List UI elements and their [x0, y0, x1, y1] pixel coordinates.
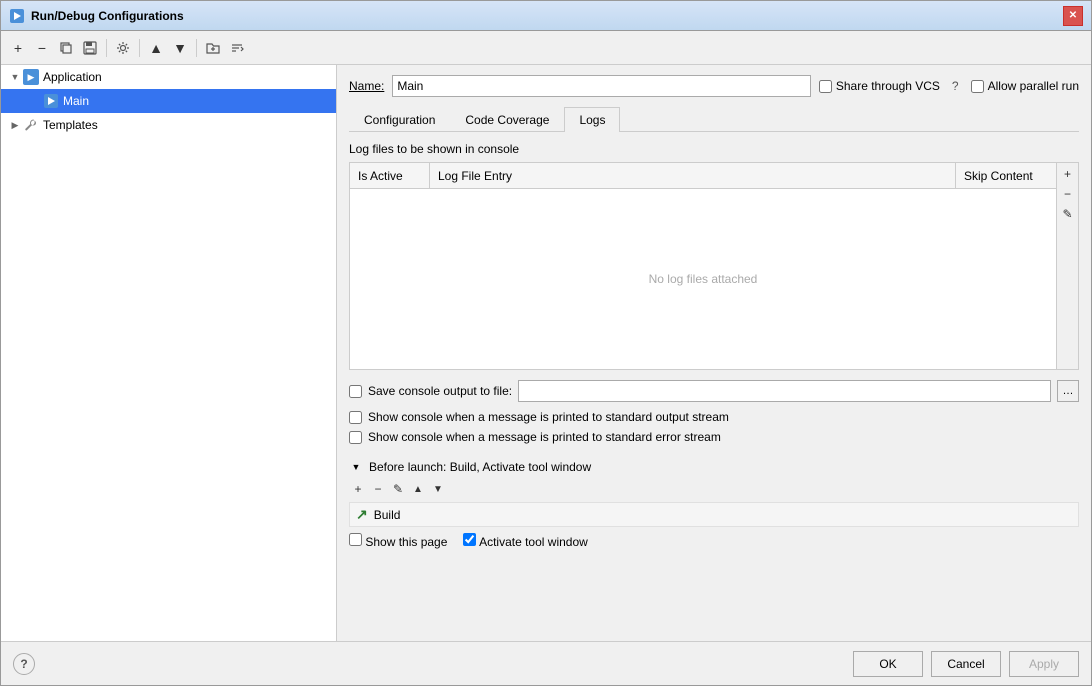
- dialog-window: Run/Debug Configurations ✕ + − ▲ ▼: [0, 0, 1092, 686]
- ok-button[interactable]: OK: [853, 651, 923, 677]
- sort-button[interactable]: [226, 37, 248, 59]
- col-is-active: Is Active: [350, 163, 430, 188]
- toolbar-separator-1: [106, 39, 107, 57]
- log-table-body: No log files attached: [350, 189, 1056, 369]
- save-console-row: Save console output to file: …: [349, 380, 1079, 402]
- toolbar-separator-2: [139, 39, 140, 57]
- before-launch-divider: ▼ Before launch: Build, Activate tool wi…: [349, 460, 1079, 474]
- expand-templates-icon: ▶: [7, 117, 23, 133]
- before-launch-label: Before launch: Build, Activate tool wind…: [369, 460, 591, 474]
- save-console-checkbox[interactable]: [349, 385, 362, 398]
- log-table: Is Active Log File Entry Skip Content No…: [350, 163, 1056, 369]
- tree-label-templates: Templates: [43, 118, 98, 132]
- before-up-btn[interactable]: ▲: [409, 480, 427, 498]
- show-error-checkbox[interactable]: [349, 431, 362, 444]
- remove-config-button[interactable]: −: [31, 37, 53, 59]
- browse-button[interactable]: …: [1057, 380, 1079, 402]
- col-skip-content: Skip Content: [956, 163, 1056, 188]
- folder-button[interactable]: [202, 37, 224, 59]
- close-button[interactable]: ✕: [1063, 6, 1083, 26]
- show-page-label: Show this page: [365, 535, 447, 549]
- build-item: ↗ Build: [349, 502, 1079, 527]
- share-vcs-label: Share through VCS: [836, 79, 940, 93]
- footer-left: ?: [13, 653, 35, 675]
- log-table-header: Is Active Log File Entry Skip Content: [350, 163, 1056, 189]
- expand-application-icon: ▼: [7, 69, 23, 85]
- name-row: Name: Share through VCS ? Allow parallel…: [349, 75, 1079, 97]
- tree-item-templates[interactable]: ▶ Templates: [1, 113, 336, 137]
- name-label: Name:: [349, 79, 384, 93]
- save-config-button[interactable]: [79, 37, 101, 59]
- cancel-button[interactable]: Cancel: [931, 651, 1001, 677]
- save-console-label: Save console output to file:: [368, 384, 512, 398]
- apply-button[interactable]: Apply: [1009, 651, 1079, 677]
- add-log-button[interactable]: +: [1059, 165, 1077, 183]
- build-icon: ↗: [356, 506, 368, 523]
- tab-configuration[interactable]: Configuration: [349, 107, 450, 132]
- before-launch-collapse-btn[interactable]: ▼: [349, 460, 363, 474]
- move-down-button[interactable]: ▼: [169, 37, 191, 59]
- help-icon-share: ?: [952, 79, 959, 93]
- before-down-btn[interactable]: ▼: [429, 480, 447, 498]
- log-section-label: Log files to be shown in console: [349, 142, 1079, 156]
- before-edit-btn[interactable]: ✎: [389, 480, 407, 498]
- content-area: ▼ ▶ Application Main ▶ Template: [1, 65, 1091, 641]
- col-log-file-entry: Log File Entry: [430, 163, 956, 188]
- add-config-button[interactable]: +: [7, 37, 29, 59]
- before-add-btn[interactable]: +: [349, 480, 367, 498]
- tree-panel: ▼ ▶ Application Main ▶ Template: [1, 65, 337, 641]
- main-run-icon: [43, 93, 59, 109]
- name-input[interactable]: [392, 75, 811, 97]
- title-bar-icon: [9, 8, 25, 24]
- application-icon: ▶: [23, 69, 39, 85]
- activate-tool-label: Activate tool window: [479, 535, 588, 549]
- remove-log-button[interactable]: −: [1059, 185, 1077, 203]
- footer-right: OK Cancel Apply: [853, 651, 1079, 677]
- toolbar-separator-3: [196, 39, 197, 57]
- show-page-option[interactable]: Show this page: [349, 533, 447, 549]
- title-bar: Run/Debug Configurations ✕: [1, 1, 1091, 31]
- activate-tool-option[interactable]: Activate tool window: [463, 533, 587, 549]
- title-bar-text: Run/Debug Configurations: [31, 9, 1063, 23]
- right-panel: Name: Share through VCS ? Allow parallel…: [337, 65, 1091, 641]
- before-launch-toolbar: + − ✎ ▲ ▼: [349, 480, 1079, 498]
- toolbar: + − ▲ ▼: [1, 31, 1091, 65]
- tab-code-coverage[interactable]: Code Coverage: [450, 107, 564, 132]
- tab-logs[interactable]: Logs: [564, 107, 620, 132]
- dialog-footer: ? OK Cancel Apply: [1, 641, 1091, 685]
- show-output-row: Show console when a message is printed t…: [349, 410, 1079, 424]
- empty-message: No log files attached: [649, 272, 758, 286]
- tree-item-application[interactable]: ▼ ▶ Application: [1, 65, 336, 89]
- copy-config-button[interactable]: [55, 37, 77, 59]
- parallel-run-checkbox[interactable]: [971, 80, 984, 93]
- activate-tool-checkbox[interactable]: [463, 533, 476, 546]
- settings-button[interactable]: [112, 37, 134, 59]
- share-vcs-checkbox[interactable]: [819, 80, 832, 93]
- build-label: Build: [374, 508, 401, 522]
- show-page-checkbox[interactable]: [349, 533, 362, 546]
- tree-label-main: Main: [63, 94, 89, 108]
- share-options: Share through VCS ? Allow parallel run: [819, 79, 1079, 93]
- move-up-button[interactable]: ▲: [145, 37, 167, 59]
- tabs-bar: Configuration Code Coverage Logs: [349, 107, 1079, 132]
- parallel-run-label: Allow parallel run: [988, 79, 1079, 93]
- tree-item-main[interactable]: Main: [1, 89, 336, 113]
- show-output-label: Show console when a message is printed t…: [368, 410, 729, 424]
- parallel-run-option[interactable]: Allow parallel run: [971, 79, 1079, 93]
- show-error-row: Show console when a message is printed t…: [349, 430, 1079, 444]
- log-table-container: Is Active Log File Entry Skip Content No…: [349, 162, 1079, 370]
- show-output-checkbox[interactable]: [349, 411, 362, 424]
- save-console-input[interactable]: [518, 380, 1051, 402]
- bottom-options: Show this page Activate tool window: [349, 533, 1079, 549]
- wrench-icon: [23, 117, 39, 133]
- tree-label-application: Application: [43, 70, 102, 84]
- share-vcs-option[interactable]: Share through VCS: [819, 79, 940, 93]
- edit-log-button[interactable]: ✎: [1059, 205, 1077, 223]
- before-remove-btn[interactable]: −: [369, 480, 387, 498]
- show-error-label: Show console when a message is printed t…: [368, 430, 721, 444]
- log-side-buttons: + − ✎: [1056, 163, 1078, 369]
- help-button[interactable]: ?: [13, 653, 35, 675]
